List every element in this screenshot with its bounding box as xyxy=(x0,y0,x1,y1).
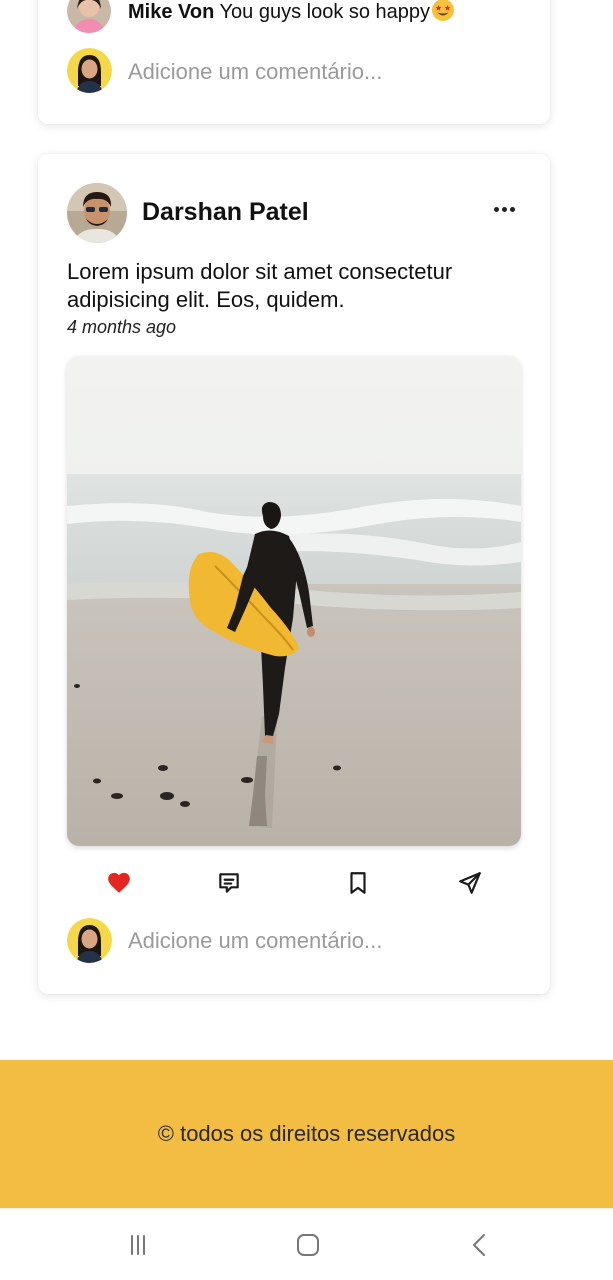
comment-text: Mike Von You guys look so happy xyxy=(128,0,455,24)
author-avatar[interactable] xyxy=(67,183,127,243)
commenter-avatar[interactable] xyxy=(67,0,111,33)
post-caption: Lorem ipsum dolor sit amet consectetur a… xyxy=(67,259,453,312)
post-card-previous: Mike Von You guys look so happy Adicione… xyxy=(38,0,550,124)
post-timestamp: 4 months ago xyxy=(67,317,177,337)
comment-button[interactable] xyxy=(212,866,246,900)
home-button[interactable] xyxy=(288,1227,328,1263)
recents-icon xyxy=(131,1235,145,1255)
recents-button[interactable] xyxy=(118,1227,158,1263)
back-button[interactable] xyxy=(460,1227,500,1263)
like-button[interactable] xyxy=(102,866,136,900)
current-user-avatar xyxy=(67,48,112,93)
back-icon xyxy=(473,1234,485,1256)
footer: © todos os direitos reservados xyxy=(0,1060,613,1208)
comment-body: You guys look so happy xyxy=(219,1,431,23)
more-horizontal-icon[interactable] xyxy=(490,198,518,220)
save-button[interactable] xyxy=(341,866,375,900)
heart-icon xyxy=(108,872,130,893)
home-icon xyxy=(297,1234,319,1256)
bookmark-icon xyxy=(350,872,366,894)
share-button[interactable] xyxy=(453,866,487,900)
post-card: Darshan Patel Lorem ipsum dolor sit amet… xyxy=(38,154,550,994)
system-navigation-bar xyxy=(0,1208,613,1280)
post-author-name[interactable]: Darshan Patel xyxy=(142,198,309,227)
comment-author[interactable]: Mike Von xyxy=(128,1,214,23)
add-comment-input[interactable]: Adicione um comentário... xyxy=(128,59,382,85)
comment-icon xyxy=(219,873,239,893)
star-struck-emoji-icon xyxy=(431,0,455,22)
send-icon xyxy=(459,872,481,894)
footer-copyright: © todos os direitos reservados xyxy=(157,1121,456,1146)
add-comment-input[interactable]: Adicione um comentário... xyxy=(128,928,382,954)
current-user-avatar xyxy=(67,918,112,963)
post-photo[interactable] xyxy=(67,356,521,846)
